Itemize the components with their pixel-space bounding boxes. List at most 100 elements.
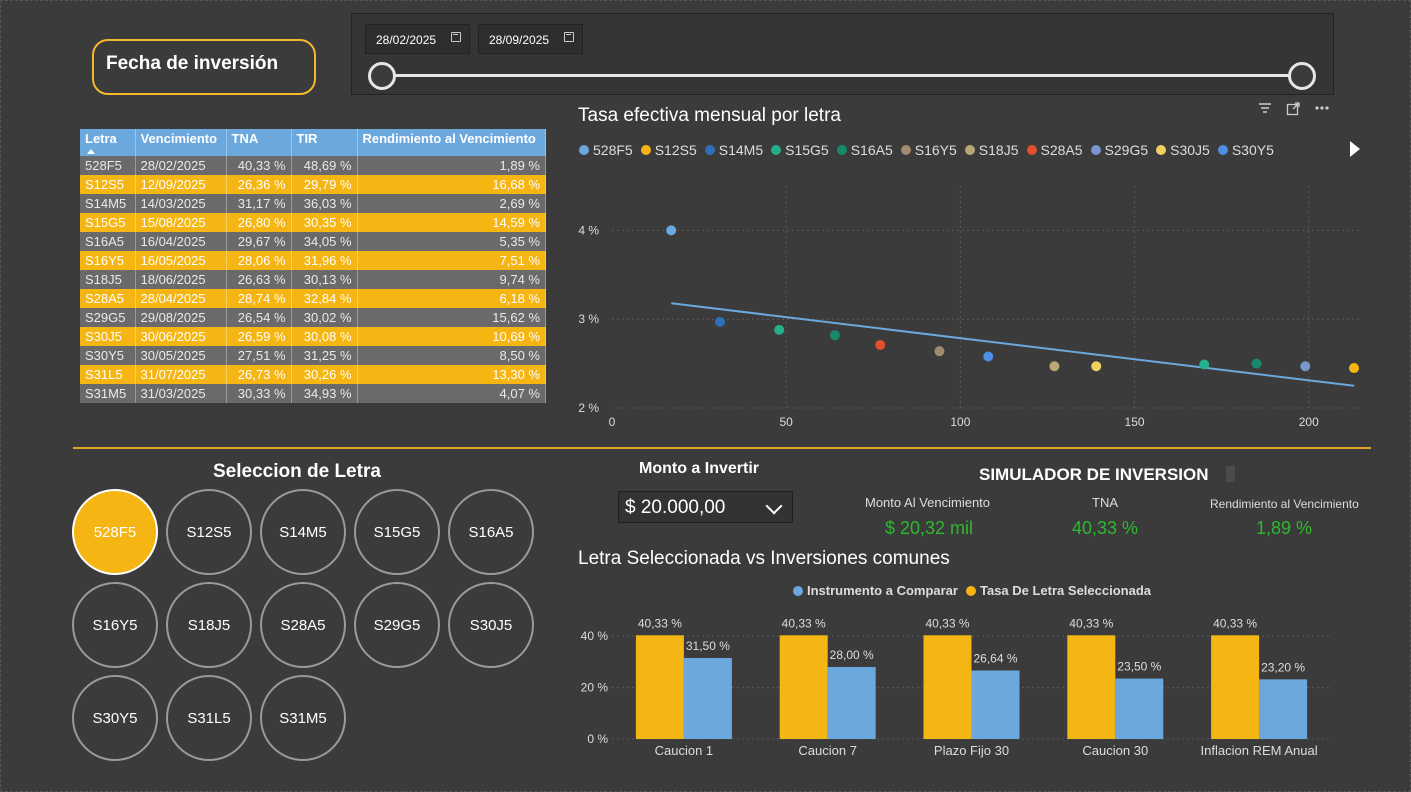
letra-button-528f5[interactable]: 528F5 — [72, 489, 158, 575]
scatter-point[interactable] — [1199, 359, 1210, 370]
table-cell: 14,59 % — [357, 213, 546, 232]
letra-button-s28a5[interactable]: S28A5 — [260, 582, 346, 668]
bar[interactable] — [1259, 679, 1308, 739]
legend-marker — [1217, 145, 1228, 155]
fecha-inversion-label: Fecha de inversión — [92, 39, 316, 95]
table-row[interactable]: S29G5 29/08/2025 26,54 % 30,02 % 15,62 % — [80, 308, 546, 327]
bar[interactable] — [827, 667, 876, 739]
table-row[interactable]: 528F5 28/02/2025 40,33 % 48,69 % 1,89 % — [80, 156, 546, 175]
table-cell: 29,79 % — [291, 175, 358, 194]
legend-label: S18J5 — [978, 142, 1019, 158]
bar-data-label: 31,50 % — [686, 639, 730, 653]
table-cell: 26,63 % — [226, 270, 292, 289]
chevron-down-icon — [765, 497, 783, 515]
focus-mode-icon[interactable] — [1286, 102, 1300, 116]
legend-item[interactable]: S12S5 — [640, 140, 697, 160]
legend-item[interactable]: 528F5 — [579, 140, 633, 160]
column-header-vencimiento[interactable]: Vencimiento — [135, 129, 227, 156]
letra-button-s14m5[interactable]: S14M5 — [260, 489, 346, 575]
date-start-input[interactable]: 28/02/2025 — [365, 24, 470, 54]
letra-button-s15g5[interactable]: S15G5 — [354, 489, 440, 575]
scatter-point[interactable] — [875, 339, 886, 350]
legend-item[interactable]: S16A5 — [836, 140, 893, 160]
bar[interactable] — [635, 635, 684, 739]
scatter-point[interactable] — [774, 324, 785, 335]
table-row[interactable]: S12S5 12/09/2025 26,36 % 29,79 % 16,68 % — [80, 175, 546, 194]
column-header-letra[interactable]: Letra — [80, 129, 136, 156]
letra-button-s31m5[interactable]: S31M5 — [260, 675, 346, 761]
date-slider-end-handle[interactable] — [1288, 62, 1316, 90]
letra-button-s16a5[interactable]: S16A5 — [448, 489, 534, 575]
visual-header-icons — [1258, 102, 1338, 118]
legend-item[interactable]: Tasa De Letra Seleccionada — [965, 583, 1151, 598]
bar[interactable] — [1115, 678, 1164, 739]
date-slider-start-handle[interactable] — [368, 62, 396, 90]
scatter-point[interactable] — [829, 330, 840, 341]
table-row[interactable]: S15G5 15/08/2025 26,80 % 30,35 % 14,59 % — [80, 213, 546, 232]
calendar-icon[interactable] — [451, 32, 461, 42]
legend-item[interactable]: S16Y5 — [900, 140, 957, 160]
monto-dropdown[interactable]: $ 20.000,00 — [618, 491, 793, 523]
legend-next-arrow-icon[interactable] — [1350, 141, 1360, 157]
column-header-tna[interactable]: TNA — [226, 129, 292, 156]
table-row[interactable]: S16Y5 16/05/2025 28,06 % 31,96 % 7,51 % — [80, 251, 546, 270]
simulator-marker — [1226, 466, 1235, 482]
date-range-slicer: 28/02/2025 28/09/2025 — [351, 13, 1334, 95]
sort-ascending-icon — [87, 149, 95, 154]
legend-label: S29G5 — [1104, 142, 1149, 158]
table-row[interactable]: S14M5 14/03/2025 31,17 % 36,03 % 2,69 % — [80, 194, 546, 213]
letra-button-s30y5[interactable]: S30Y5 — [72, 675, 158, 761]
date-end-input[interactable]: 28/09/2025 — [478, 24, 583, 54]
table-cell: 16/04/2025 — [135, 232, 227, 251]
legend-item[interactable]: S29G5 — [1090, 140, 1149, 160]
scatter-point[interactable] — [714, 316, 725, 327]
filter-icon[interactable] — [1258, 102, 1272, 114]
date-slider-track[interactable] — [382, 74, 1302, 77]
scatter-point[interactable] — [983, 351, 994, 362]
table-row[interactable]: S16A5 16/04/2025 29,67 % 34,05 % 5,35 % — [80, 232, 546, 251]
scatter-point[interactable] — [1049, 361, 1060, 372]
bar[interactable] — [1211, 635, 1260, 739]
table-row[interactable]: S30Y5 30/05/2025 27,51 % 31,25 % 8,50 % — [80, 346, 546, 365]
table-row[interactable]: S31M5 31/03/2025 30,33 % 34,93 % 4,07 % — [80, 384, 546, 403]
scatter-point[interactable] — [1091, 361, 1102, 372]
letra-button-s31l5[interactable]: S31L5 — [166, 675, 252, 761]
scatter-point[interactable] — [1300, 361, 1311, 372]
legend-item[interactable]: S30Y5 — [1217, 140, 1274, 160]
scatter-point[interactable] — [934, 346, 945, 357]
trend-line — [671, 302, 1355, 387]
bar[interactable] — [923, 635, 972, 739]
letra-button-s16y5[interactable]: S16Y5 — [72, 582, 158, 668]
column-header-tir[interactable]: TIR — [291, 129, 358, 156]
table-row[interactable]: S31L5 31/07/2025 26,73 % 30,26 % 13,30 % — [80, 365, 546, 384]
scatter-point[interactable] — [1349, 363, 1360, 374]
legend-item[interactable]: Instrumento a Comparar — [793, 583, 958, 598]
table-row[interactable]: S28A5 28/04/2025 28,74 % 32,84 % 6,18 % — [80, 289, 546, 308]
bar[interactable] — [779, 635, 828, 739]
legend-marker — [964, 145, 975, 155]
table-row[interactable]: S30J5 30/06/2025 26,59 % 30,08 % 10,69 % — [80, 327, 546, 346]
calendar-icon[interactable] — [564, 32, 574, 42]
table-cell: 29/08/2025 — [135, 308, 227, 327]
letra-button-s18j5[interactable]: S18J5 — [166, 582, 252, 668]
legend-item[interactable]: S15G5 — [771, 140, 829, 160]
x-tick-label: 50 — [780, 415, 794, 429]
letra-button-s12s5[interactable]: S12S5 — [166, 489, 252, 575]
legend-item[interactable]: S30J5 — [1156, 140, 1210, 160]
legend-item[interactable]: S28A5 — [1026, 140, 1083, 160]
bar-chart-title: Letra Seleccionada vs Inversiones comune… — [578, 548, 950, 569]
legend-item[interactable]: S14M5 — [704, 140, 763, 160]
bar[interactable] — [683, 658, 732, 739]
column-header-rendimiento[interactable]: Rendimiento al Vencimiento — [357, 129, 546, 156]
bar[interactable] — [1067, 635, 1116, 739]
more-options-icon[interactable] — [1314, 105, 1330, 111]
scatter-title: Tasa efectiva mensual por letra — [578, 105, 841, 126]
scatter-point[interactable] — [666, 225, 677, 236]
bar[interactable] — [971, 670, 1020, 739]
table-cell: 31/03/2025 — [135, 384, 227, 403]
letra-button-s30j5[interactable]: S30J5 — [448, 582, 534, 668]
table-row[interactable]: S18J5 18/06/2025 26,63 % 30,13 % 9,74 % — [80, 270, 546, 289]
scatter-point[interactable] — [1251, 358, 1262, 369]
legend-item[interactable]: S18J5 — [964, 140, 1019, 160]
letra-button-s29g5[interactable]: S29G5 — [354, 582, 440, 668]
